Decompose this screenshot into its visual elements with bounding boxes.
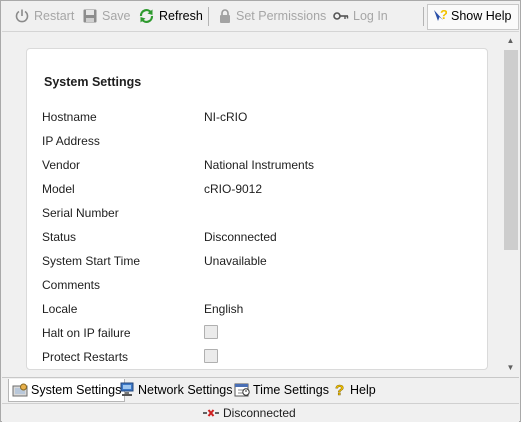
settings-content: System Settings Hostname NI-cRIO IP Addr… (2, 32, 520, 376)
restart-label: Restart (34, 9, 75, 23)
ip-address-label: IP Address (42, 134, 100, 148)
protect-restarts-label: Protect Restarts (42, 350, 129, 364)
vendor-value: National Instruments (204, 158, 315, 172)
system-settings-icon (12, 383, 28, 398)
save-label: Save (102, 9, 131, 23)
show-help-content: ? Show Help (431, 5, 511, 27)
help-icon: ? (431, 7, 447, 25)
protect-restarts-checkbox[interactable] (204, 349, 218, 363)
model-value: cRIO-9012 (204, 182, 263, 196)
vertical-scrollbar[interactable]: ▲ ▼ (502, 32, 519, 376)
status-text: Disconnected (223, 406, 296, 420)
status-label: Status (42, 230, 77, 244)
model-label: Model (42, 182, 75, 196)
system-start-time-value: Unavailable (204, 254, 267, 268)
svg-text:?: ? (440, 7, 447, 22)
refresh-button[interactable]: Refresh (138, 5, 203, 27)
panel-title: System Settings (44, 75, 142, 89)
vendor-label: Vendor (42, 158, 81, 172)
show-help-label: Show Help (451, 9, 512, 23)
tab-time-settings[interactable]: Time Settings (231, 379, 332, 400)
locale-label: Locale (42, 302, 78, 316)
comments-label: Comments (42, 278, 101, 292)
connection-status: Disconnected (203, 406, 296, 420)
save-button[interactable]: Save (82, 5, 131, 27)
disconnected-icon (203, 408, 219, 418)
refresh-icon (138, 8, 155, 24)
status-bar: Disconnected (2, 403, 519, 422)
toolbar: Restart Save Refresh Set Permissions Log… (2, 2, 519, 32)
tab-network-settings[interactable]: Network Settings (116, 379, 235, 400)
tab-time-settings-label: Time Settings (253, 382, 329, 397)
key-icon (333, 9, 349, 23)
locale-value: English (204, 302, 244, 316)
log-in-label: Log In (353, 9, 388, 23)
refresh-label: Refresh (159, 9, 203, 23)
system-settings-panel: System Settings Hostname NI-cRIO IP Addr… (26, 48, 488, 370)
help-icon: ? (333, 382, 347, 397)
network-icon (119, 382, 135, 397)
tab-network-settings-label: Network Settings (138, 382, 233, 397)
scroll-down-arrow-icon[interactable]: ▼ (502, 359, 519, 376)
halt-on-ip-failure-label: Halt on IP failure (42, 326, 131, 340)
svg-text:?: ? (335, 382, 344, 397)
status-value: Disconnected (204, 230, 277, 244)
power-icon (14, 8, 30, 24)
serial-number-label: Serial Number (42, 206, 119, 220)
scrollbar-thumb[interactable] (504, 50, 518, 250)
restart-button[interactable]: Restart (14, 5, 74, 27)
hostname-value: NI-cRIO (204, 110, 248, 124)
calendar-clock-icon (234, 382, 250, 397)
set-permissions-button[interactable]: Set Permissions (218, 5, 326, 27)
system-start-time-label: System Start Time (42, 254, 141, 268)
tab-help-label: Help (350, 382, 376, 397)
scroll-up-arrow-icon[interactable]: ▲ (502, 32, 519, 49)
halt-on-ip-failure-checkbox[interactable] (204, 325, 218, 339)
main-window: Restart Save Refresh Set Permissions Log… (0, 0, 521, 422)
bottom-tab-strip: System Settings Network Settings Time Se… (2, 377, 519, 402)
tab-help[interactable]: ? Help (330, 379, 379, 400)
toolbar-separator (423, 7, 424, 26)
tab-system-settings-label: System Settings (31, 383, 122, 397)
toolbar-separator (208, 7, 209, 26)
log-in-button[interactable]: Log In (333, 5, 388, 27)
lock-icon (218, 8, 232, 24)
tab-system-settings[interactable]: System Settings (8, 379, 126, 402)
floppy-disk-icon (82, 8, 98, 24)
set-permissions-label: Set Permissions (236, 9, 327, 23)
hostname-label: Hostname (42, 110, 97, 124)
